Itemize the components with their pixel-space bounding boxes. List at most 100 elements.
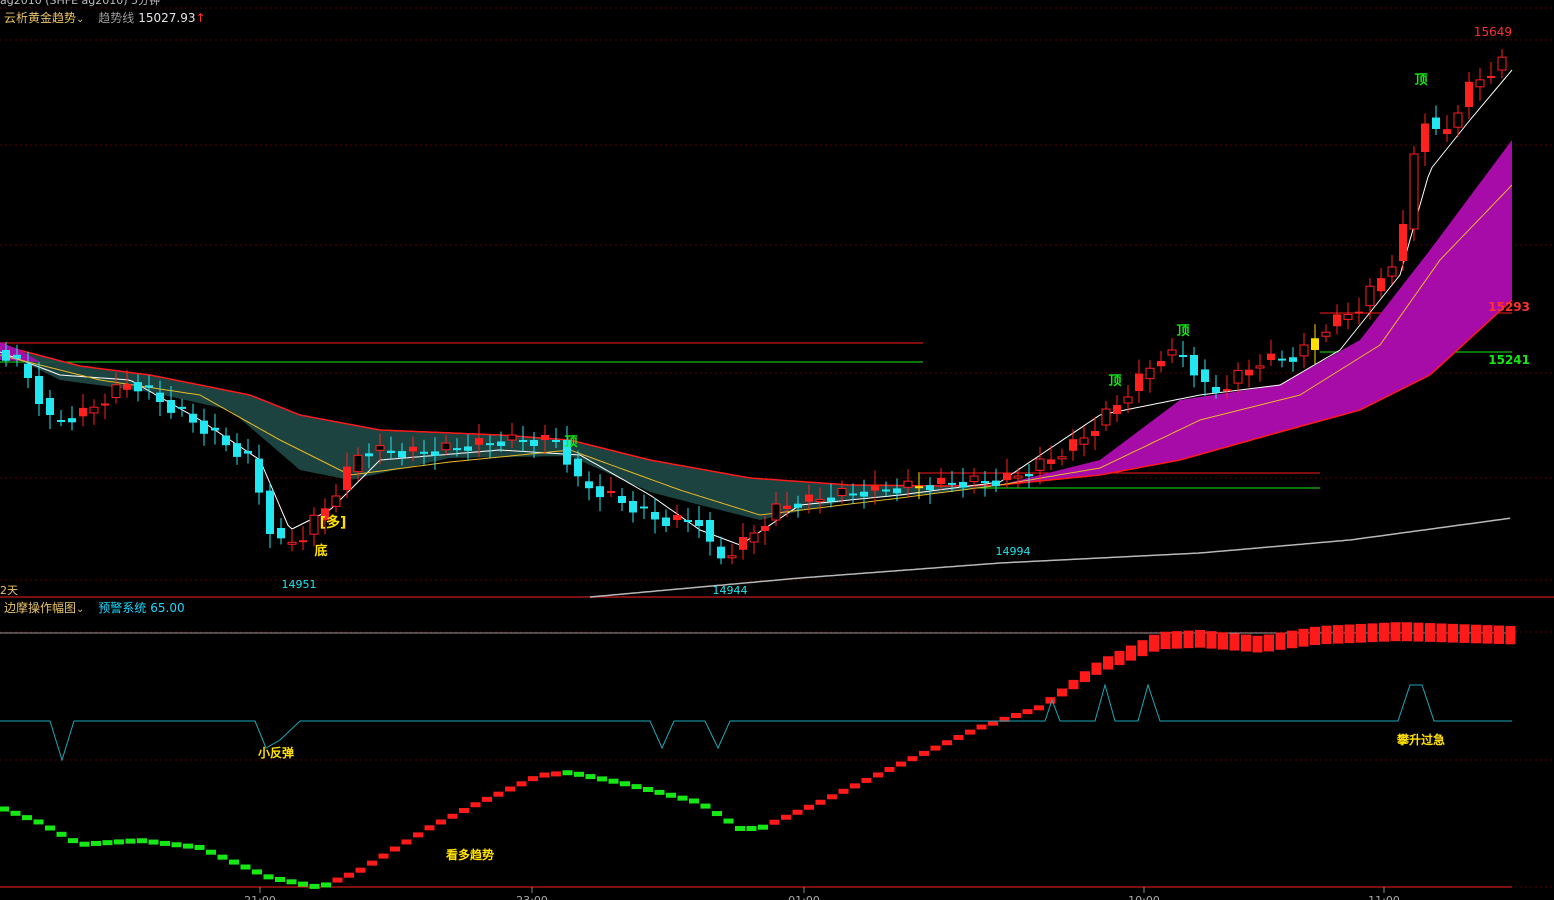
candle[interactable] <box>211 413 219 445</box>
sub-bar <box>712 811 722 817</box>
candle[interactable] <box>1377 268 1385 298</box>
candle[interactable] <box>1233 362 1243 394</box>
candle[interactable] <box>1013 468 1023 488</box>
candle[interactable] <box>1025 464 1033 489</box>
candle[interactable] <box>331 484 341 513</box>
candle[interactable] <box>1267 339 1275 366</box>
candle[interactable] <box>684 508 692 532</box>
candle[interactable] <box>1079 426 1089 457</box>
candle[interactable] <box>46 390 54 429</box>
candle[interactable] <box>89 399 99 425</box>
candle[interactable] <box>1321 324 1331 343</box>
candle[interactable] <box>1299 333 1309 368</box>
candle[interactable] <box>287 530 297 552</box>
sub-bar <box>930 745 941 751</box>
candle[interactable] <box>79 393 87 427</box>
candle[interactable] <box>1167 338 1177 363</box>
candle[interactable] <box>101 393 109 420</box>
sub-bar <box>1045 697 1056 704</box>
sub-bar <box>252 869 262 875</box>
candle[interactable] <box>1157 351 1165 373</box>
candle[interactable] <box>1201 359 1209 396</box>
candle[interactable] <box>1245 359 1253 388</box>
candle[interactable] <box>1475 67 1485 101</box>
candle[interactable] <box>629 491 637 523</box>
candle[interactable] <box>277 518 285 545</box>
candle[interactable] <box>673 505 681 528</box>
candle[interactable] <box>651 498 659 534</box>
candle[interactable] <box>1069 429 1077 461</box>
candle[interactable] <box>761 516 769 545</box>
candle[interactable] <box>706 512 714 556</box>
chevron-down-icon[interactable]: ⌄ <box>76 14 84 25</box>
candle[interactable] <box>596 474 604 512</box>
candle[interactable] <box>585 471 593 501</box>
candle[interactable] <box>68 406 76 431</box>
candle[interactable] <box>233 433 241 465</box>
candle[interactable] <box>640 494 648 520</box>
candle[interactable] <box>1465 71 1473 119</box>
candle[interactable] <box>189 403 197 433</box>
candle[interactable] <box>1343 302 1353 330</box>
candle[interactable] <box>1101 401 1111 431</box>
candle[interactable] <box>1421 113 1429 167</box>
candle[interactable] <box>1113 395 1121 422</box>
sub-bar <box>1126 645 1136 661</box>
candle[interactable] <box>1497 49 1507 78</box>
level-price-label: 15293 <box>1488 300 1530 314</box>
candle[interactable] <box>309 507 319 547</box>
candle[interactable] <box>299 526 307 551</box>
candle[interactable] <box>1409 146 1419 241</box>
candle[interactable] <box>1399 210 1407 271</box>
candle[interactable] <box>1289 347 1297 372</box>
candle[interactable] <box>695 506 703 538</box>
candle[interactable] <box>1387 255 1397 285</box>
candle[interactable] <box>1091 417 1099 450</box>
sub-panel-header: 边摩操作幅图⌄ 预警系统 65.00 <box>4 599 185 616</box>
candle[interactable] <box>618 488 626 511</box>
candle[interactable] <box>222 427 230 452</box>
candle[interactable] <box>992 468 1000 493</box>
candle[interactable] <box>1311 324 1319 364</box>
candle[interactable] <box>1135 359 1143 403</box>
sub-bar <box>1310 626 1320 646</box>
chevron-down-icon[interactable]: ⌄ <box>76 604 84 615</box>
candle[interactable] <box>266 482 274 548</box>
candle[interactable] <box>1487 62 1495 84</box>
candle[interactable] <box>717 536 725 565</box>
candle[interactable] <box>200 408 208 446</box>
candle[interactable] <box>255 444 263 505</box>
candle[interactable] <box>969 468 979 494</box>
candle[interactable] <box>749 525 759 554</box>
candle[interactable] <box>871 470 879 505</box>
sub-bar <box>390 846 400 852</box>
candle[interactable] <box>739 523 747 560</box>
candle[interactable] <box>1057 448 1067 466</box>
sub-indicator-name[interactable]: 边摩操作幅图 <box>4 601 76 615</box>
time-axis-label: 10:00 <box>1128 894 1160 900</box>
candle[interactable] <box>1432 105 1440 136</box>
candle[interactable] <box>1333 304 1341 335</box>
candle[interactable] <box>1278 350 1286 368</box>
candle[interactable] <box>1145 360 1155 393</box>
candle[interactable] <box>244 438 252 464</box>
main-indicator-name[interactable]: 云析黄金趋势 <box>4 11 76 25</box>
candle[interactable] <box>1453 105 1463 138</box>
candle[interactable] <box>178 398 186 417</box>
chart-canvas[interactable]: 15649152931524114951 1494414994顶顶顶顶底[多]小反… <box>0 0 1554 900</box>
candle[interactable] <box>1355 297 1363 325</box>
candle[interactable] <box>1179 341 1187 367</box>
candle[interactable] <box>1443 115 1451 142</box>
candle[interactable] <box>57 410 65 427</box>
candle[interactable] <box>662 509 670 533</box>
candle[interactable] <box>860 479 868 509</box>
candle[interactable] <box>1255 354 1265 382</box>
candle[interactable] <box>607 477 615 498</box>
sub-bar <box>355 867 366 873</box>
sub-bar <box>781 814 791 820</box>
sub-bar <box>125 838 136 844</box>
candle[interactable] <box>959 467 967 498</box>
candle[interactable] <box>727 543 737 565</box>
candle[interactable] <box>1190 347 1198 388</box>
window-title: ag2010 (SHFE ag2010) 5分钟 <box>0 0 161 7</box>
